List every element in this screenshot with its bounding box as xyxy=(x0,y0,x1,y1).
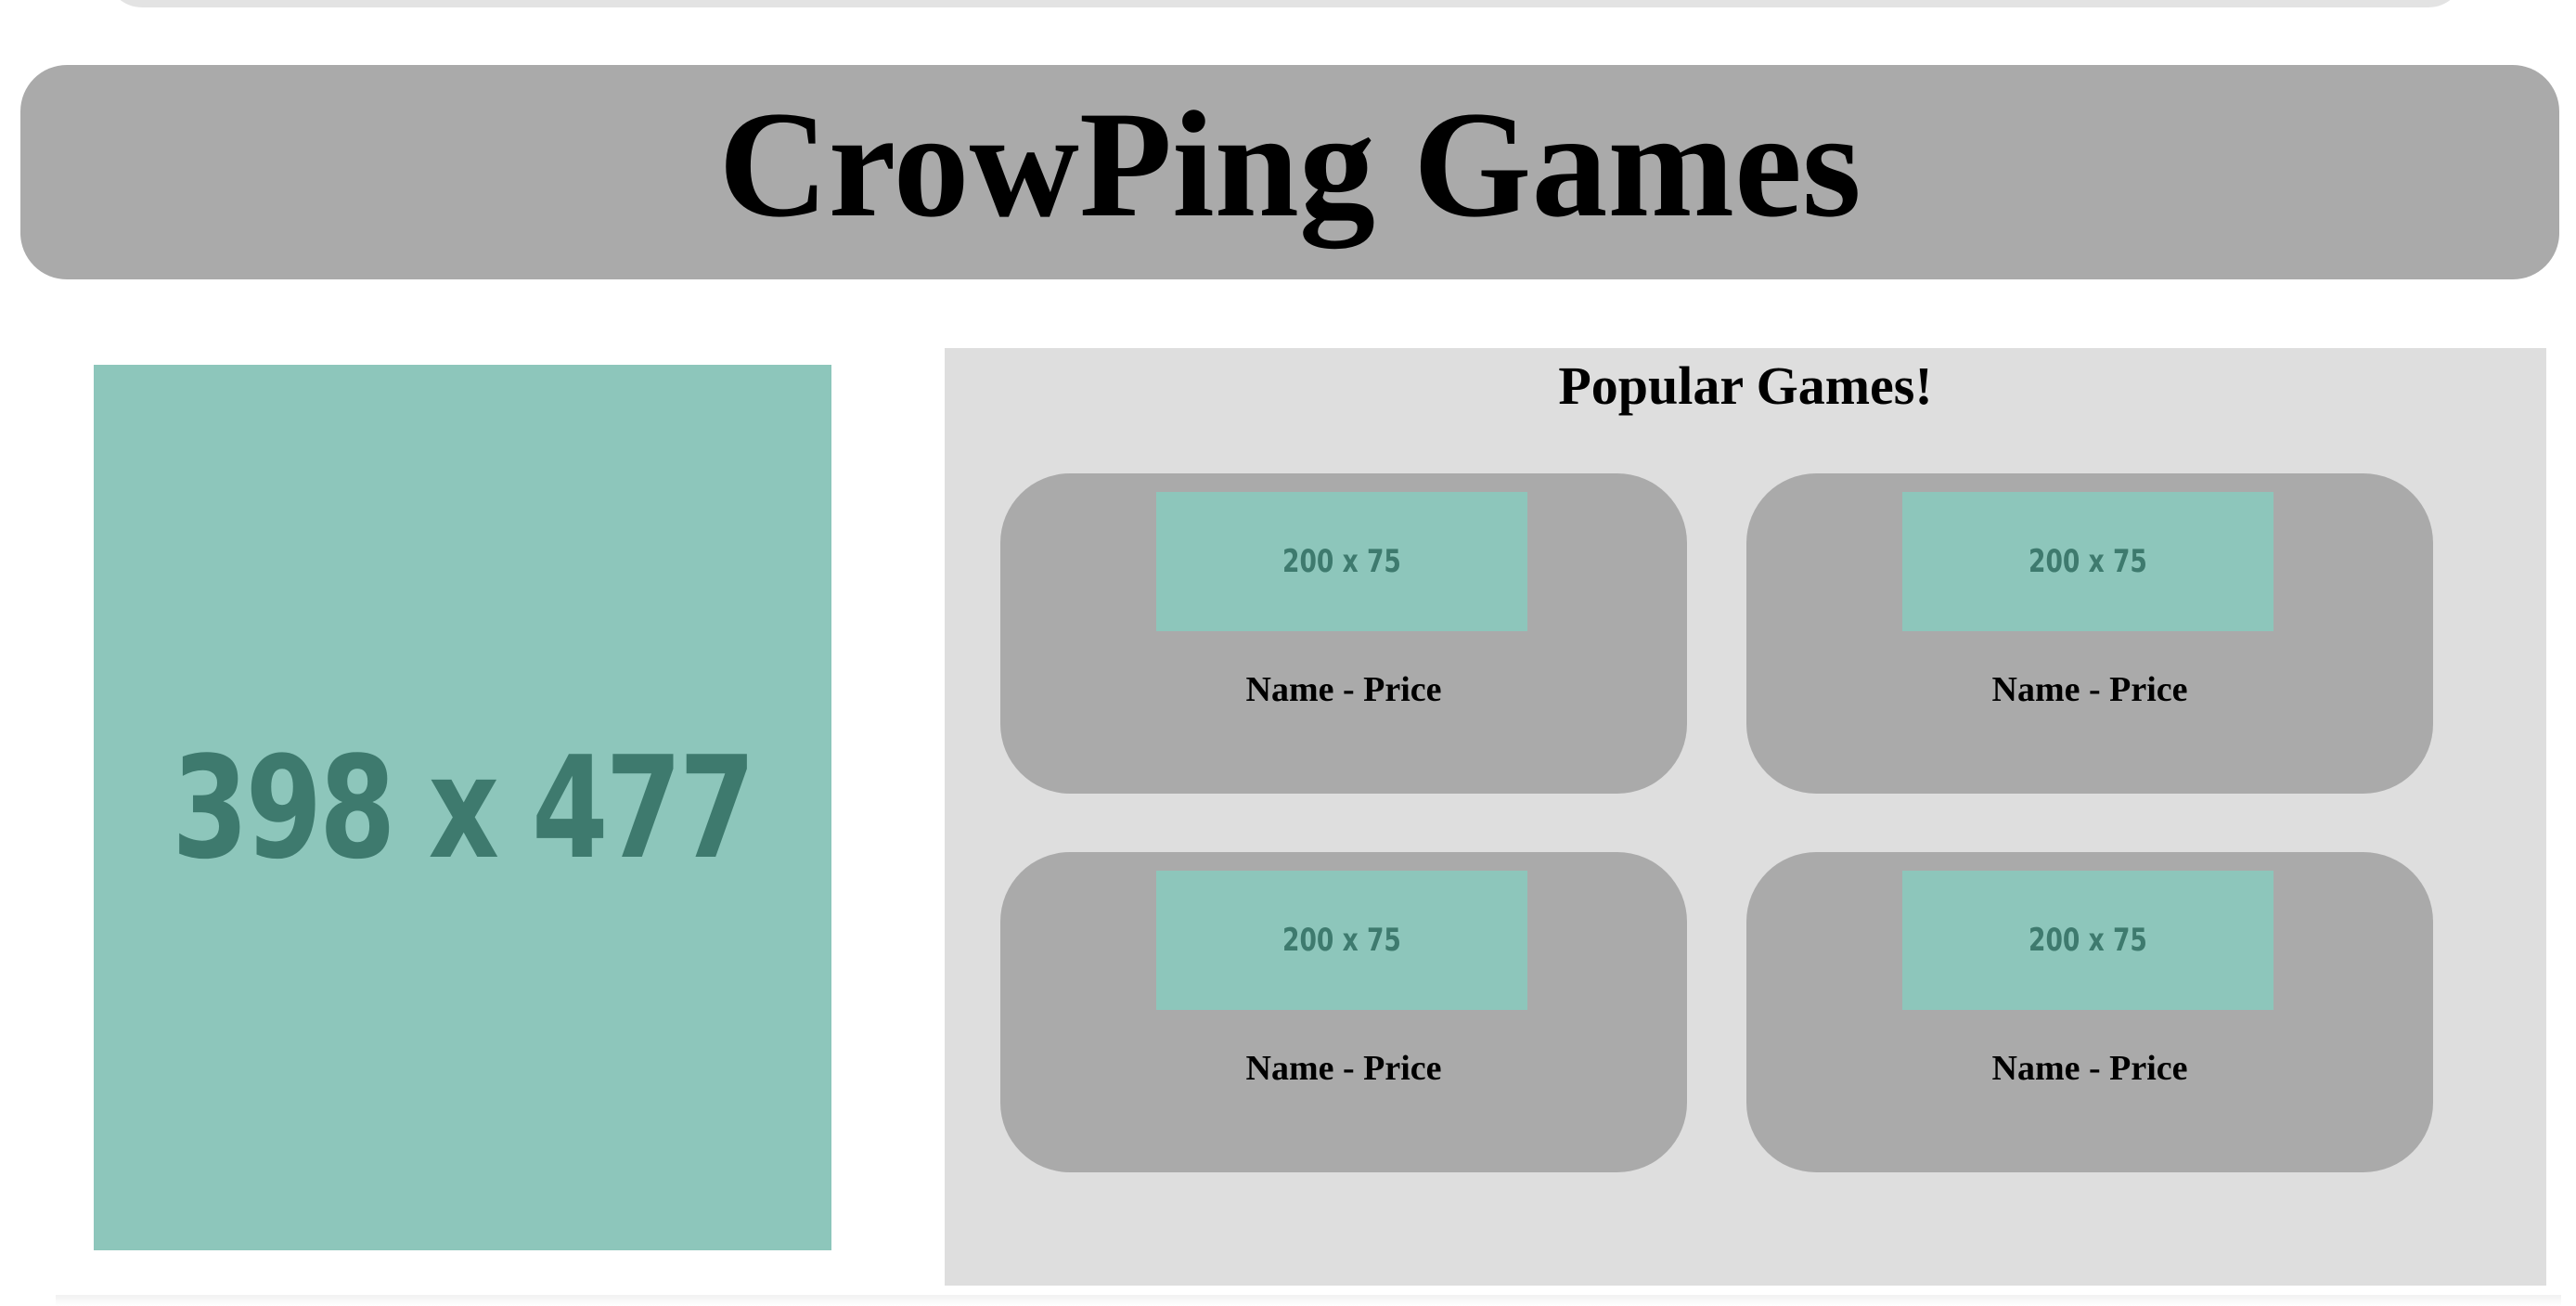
game-name-price: Name - Price xyxy=(1245,670,1442,709)
thumbnail-label: 200 x 75 xyxy=(2029,922,2147,959)
game-thumbnail: 200 x 75 xyxy=(1156,871,1527,1010)
thumbnail-label: 200 x 75 xyxy=(1282,922,1401,959)
game-name-price: Name - Price xyxy=(1991,670,2188,709)
game-card[interactable]: 200 x 75 Name - Price xyxy=(1746,473,2433,794)
popular-games-title: Popular Games! xyxy=(1558,356,1933,416)
game-card[interactable]: 200 x 75 Name - Price xyxy=(1000,473,1687,794)
game-thumbnail: 200 x 75 xyxy=(1902,871,2273,1010)
thumbnail-label: 200 x 75 xyxy=(2029,543,2147,580)
site-title: CrowPing Games xyxy=(718,80,1861,249)
page-bottom-edge xyxy=(56,1295,2561,1306)
hero-placeholder-label: 398 x 477 xyxy=(172,725,756,890)
site-header: CrowPing Games xyxy=(20,65,2559,279)
game-thumbnail: 200 x 75 xyxy=(1156,492,1527,631)
hero-placeholder-image: 398 x 477 xyxy=(94,365,831,1250)
thumbnail-label: 200 x 75 xyxy=(1282,543,1401,580)
game-card[interactable]: 200 x 75 Name - Price xyxy=(1746,852,2433,1172)
game-card[interactable]: 200 x 75 Name - Price xyxy=(1000,852,1687,1172)
top-navigation-strip xyxy=(107,0,2464,7)
game-thumbnail: 200 x 75 xyxy=(1902,492,2273,631)
popular-games-panel: Popular Games! 200 x 75 Name - Price 200… xyxy=(945,348,2546,1286)
game-name-price: Name - Price xyxy=(1245,1049,1442,1088)
game-name-price: Name - Price xyxy=(1991,1049,2188,1088)
